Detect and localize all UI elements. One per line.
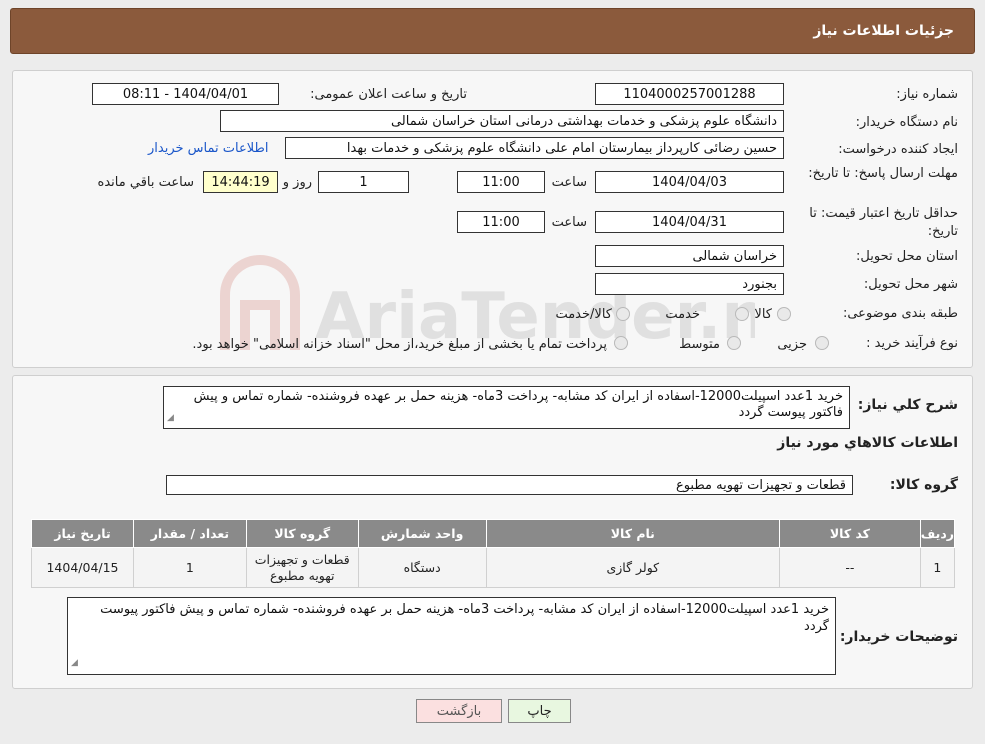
reply-time-label: ساعت [551, 175, 587, 190]
purchase-note: پرداخت تمام یا بخشی از مبلغ خرید،از محل … [192, 337, 607, 352]
reply-deadline-label: مهلت ارسال پاسخ: تا تاریخ: [808, 165, 958, 183]
col-unit: واحد شمارش [357, 519, 487, 548]
reply-date-field: 1404/04/03 [595, 171, 784, 193]
cell-unit: دستگاه [357, 547, 487, 588]
category-radio-goods-service[interactable] [616, 307, 630, 321]
purchase-radio-treasury[interactable] [614, 336, 628, 350]
need-summary-textarea[interactable]: خرید 1عدد اسپیلت12000-اسفاده از ایران کد… [163, 386, 850, 429]
back-button[interactable]: بازگشت [416, 699, 502, 723]
price-validity-label-text: حداقل تاریخ اعتبار قیمت: تا تاریخ: [809, 206, 958, 239]
cell-row: 1 [919, 547, 956, 588]
cell-name: کولر گازی [485, 547, 781, 588]
col-date: تاریخ نیاز [31, 519, 134, 548]
cell-qty: 1 [132, 547, 247, 588]
reply-deadline-label-text: مهلت ارسال پاسخ: تا تاریخ: [808, 166, 958, 181]
category-option-goods: کالا [754, 307, 772, 322]
resize-grip-icon[interactable]: ◢ [167, 410, 174, 426]
col-code: کد کالا [779, 519, 921, 548]
print-button[interactable]: چاپ [508, 699, 571, 723]
goods-group-field: قطعات و تجهیزات تهویه مطبوع [166, 475, 853, 495]
table-row: 1 -- کولر گازی دستگاه قطعات و تجهیزات ته… [31, 547, 956, 588]
reply-time-field: 11:00 [457, 171, 545, 193]
need-number-field: 1104000257001288 [595, 83, 784, 105]
reply-remaining-field: 14:44:19 [203, 171, 278, 193]
remaining-label: ساعت باقي مانده [97, 175, 194, 190]
category-option-service: خدمت [665, 307, 700, 322]
province-label: استان محل تحویل: [856, 249, 958, 264]
province-field: خراسان شمالی [595, 245, 784, 267]
goods-group-label: گروه کالا: [889, 477, 958, 493]
category-option-goods-service: کالا/خدمت [555, 307, 612, 322]
goods-table: ردیف کد کالا نام کالا واحد شمارش گروه کا… [31, 519, 956, 588]
category-radio-goods[interactable] [777, 307, 791, 321]
page-title: جزئیات اطلاعات نیاز [813, 23, 954, 39]
buyer-contact-link[interactable]: اطلاعات تماس خریدار [148, 141, 268, 156]
page-header: جزئیات اطلاعات نیاز [10, 8, 975, 54]
announce-datetime-field: 1404/04/01 - 08:11 [92, 83, 279, 105]
validity-date-field: 1404/04/31 [595, 211, 784, 233]
buyer-org-field: دانشگاه علوم پزشکی و خدمات بهداشتی درمان… [220, 110, 784, 132]
buyer-notes-text: خرید 1عدد اسپیلت12000-اسفاده از ایران کد… [100, 602, 829, 634]
city-label: شهر محل تحویل: [863, 277, 958, 292]
need-number-label: شماره نیاز: [896, 87, 958, 102]
requester-label: ایجاد کننده درخواست: [838, 142, 958, 157]
need-summary-text: خرید 1عدد اسپیلت12000-اسفاده از ایران کد… [193, 389, 843, 420]
goods-table-header: ردیف کد کالا نام کالا واحد شمارش گروه کا… [31, 519, 956, 548]
validity-time-field: 11:00 [457, 211, 545, 233]
buyer-notes-label: توضیحات خریدار: [839, 629, 958, 645]
col-group: گروه کالا [245, 519, 359, 548]
need-summary-label: شرح کلي نياز: [857, 397, 958, 413]
col-qty: تعداد / مقدار [132, 519, 247, 548]
day-and-label: روز و [282, 175, 312, 190]
buyer-org-label: نام دستگاه خریدار: [855, 115, 958, 130]
price-validity-label: حداقل تاریخ اعتبار قیمت: تا تاریخ: [783, 205, 958, 241]
resize-grip-icon[interactable]: ◢ [71, 655, 78, 672]
announce-datetime-label: تاریخ و ساعت اعلان عمومی: [310, 87, 467, 102]
purchase-option-minor: جزیی [777, 337, 807, 352]
purchase-radio-minor[interactable] [815, 336, 829, 350]
purchase-type-label: نوع فرآیند خرید : [866, 336, 958, 351]
purchase-radio-medium[interactable] [727, 336, 741, 350]
col-row: ردیف [919, 519, 956, 548]
goods-info-heading: اطلاعات کالاهاي مورد نياز [777, 435, 958, 451]
col-name: نام کالا [485, 519, 781, 548]
requester-field: حسین رضائی کارپرداز بیمارستان امام علی د… [285, 137, 784, 159]
city-field: بجنورد [595, 273, 784, 295]
cell-date: 1404/04/15 [31, 547, 134, 588]
cell-code: -- [779, 547, 921, 588]
validity-time-label: ساعت [551, 215, 587, 230]
buyer-notes-textarea[interactable]: خرید 1عدد اسپیلت12000-اسفاده از ایران کد… [67, 597, 836, 675]
cell-group: قطعات و تجهیزات تهویه مطبوع [245, 547, 359, 588]
reply-days-field: 1 [318, 171, 409, 193]
purchase-option-medium: متوسط [679, 337, 720, 352]
category-label: طبقه بندی موضوعی: [842, 306, 958, 321]
category-radio-service[interactable] [735, 307, 749, 321]
